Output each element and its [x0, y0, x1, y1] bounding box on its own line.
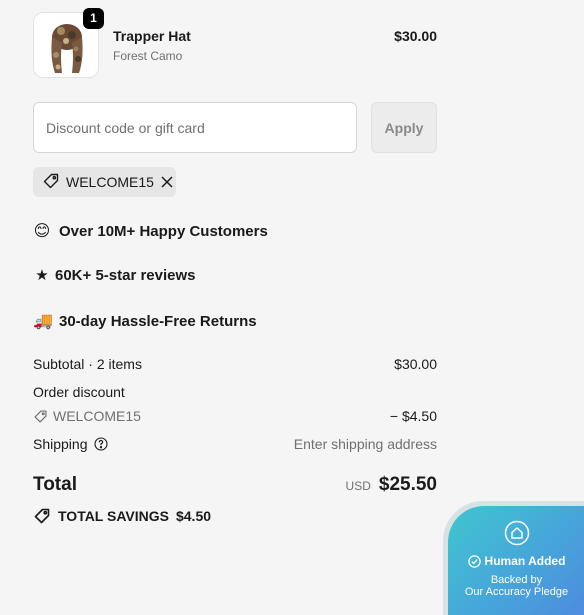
badge-subtitle-line1: Backed by [490, 574, 543, 586]
shipping-label: Shipping [33, 436, 88, 452]
accuracy-pledge-badge[interactable]: Human Added Backed by Our Accuracy Pledg… [448, 506, 584, 615]
perk-text: 30-day Hassle-Free Returns [59, 312, 257, 330]
order-discount-label: Order discount [33, 384, 125, 400]
discount-code-input[interactable] [33, 102, 357, 153]
badge-title: Human Added [484, 554, 566, 568]
truck-emoji-icon: 🚚 [33, 313, 53, 330]
perk-reviews: ★ 60K+ 5-star reviews [33, 266, 196, 285]
perk-returns: 🚚 30-day Hassle-Free Returns [33, 311, 257, 331]
shipping-row: Shipping Enter shipping address [33, 436, 437, 452]
order-discount-row: Order discount [33, 384, 437, 400]
total-savings: TOTAL SAVINGS $4.50 [33, 507, 211, 525]
subtotal-value: $30.00 [394, 356, 437, 372]
close-icon [161, 176, 173, 188]
product-price: $30.00 [394, 28, 437, 44]
smile-emoji-icon: 😊 [33, 223, 51, 240]
remove-code-button[interactable] [160, 175, 174, 189]
badge-subtitle-line2: Our Accuracy Pledge [464, 586, 569, 598]
currency-code: USD [345, 479, 371, 493]
savings-label: TOTAL SAVINGS [58, 508, 169, 524]
applied-code-label: WELCOME15 [66, 174, 154, 190]
perk-text: Over 10M+ Happy Customers [59, 222, 268, 240]
help-icon[interactable] [93, 437, 108, 451]
tag-icon [34, 508, 50, 524]
product-thumbnail: 1 [33, 8, 104, 78]
total-row: Total USD $25.50 [33, 474, 437, 496]
star-icon: ★ [35, 267, 49, 284]
subtotal-row: Subtotal · 2 items $30.00 [33, 356, 437, 372]
apply-discount-button[interactable]: Apply [371, 102, 437, 153]
perk-text: 60K+ 5-star reviews [55, 266, 196, 284]
subtotal-label: Subtotal · 2 items [33, 356, 142, 372]
discount-value: − $4.50 [389, 408, 437, 424]
home-shield-icon [504, 520, 530, 546]
savings-value: $4.50 [175, 508, 212, 524]
badge-title-row: Human Added [448, 554, 584, 568]
product-variant: Forest Camo [113, 49, 183, 63]
applied-discount-chip: WELCOME15 [33, 167, 176, 197]
product-name: Trapper Hat [113, 28, 191, 44]
perk-happy-customers: 😊 Over 10M+ Happy Customers [33, 221, 268, 241]
total-amount: $25.50 [378, 474, 437, 495]
total-label: Total [33, 474, 77, 495]
shipping-value: Enter shipping address [293, 436, 437, 452]
discount-code-label: WELCOME15 [53, 408, 141, 424]
cart-line-item: 1 Trapper Hat Forest Camo $30.00 [33, 8, 437, 78]
discount-code-row: WELCOME15 − $4.50 [33, 408, 437, 424]
check-circle-icon [467, 554, 481, 568]
badge-subtitle: Backed by Our Accuracy Pledge [448, 574, 584, 598]
tag-icon [42, 172, 60, 193]
tag-icon [34, 410, 47, 422]
quantity-badge: 1 [83, 8, 104, 29]
